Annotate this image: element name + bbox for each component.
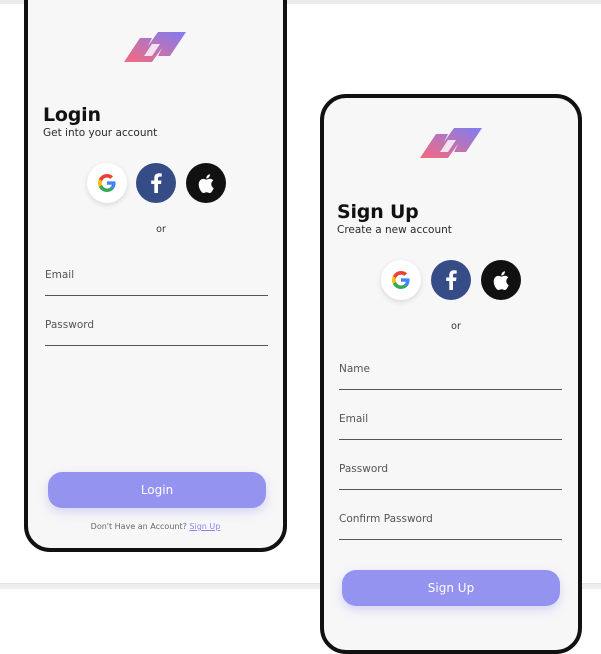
page-subtitle: Create a new account [337,224,452,236]
google-signup-button[interactable] [381,260,421,300]
email-field[interactable]: Email [45,269,268,296]
sign-up-button[interactable]: Sign Up [342,570,560,606]
apple-icon [198,173,214,193]
email-field[interactable]: Email [339,413,562,440]
app-logo [420,128,482,158]
google-icon [98,174,116,192]
email-field-label: Email [45,269,75,281]
confirm-password-field-label: Confirm Password [339,513,433,525]
password-field-label: Password [339,463,389,475]
email-field-label: Email [339,413,369,425]
page-title: Sign Up [337,201,419,223]
facebook-icon [151,173,162,193]
login-screen: Login Get into your account or Email Pas… [24,0,287,552]
or-divider: or [156,224,166,235]
facebook-signup-button[interactable] [431,260,471,300]
app-logo [124,32,186,62]
signup-screen: Sign Up Create a new account or Name Ema… [320,94,582,654]
facebook-icon [446,270,457,290]
apple-signup-button[interactable] [481,260,521,300]
name-field-label: Name [339,363,370,375]
or-divider: or [451,321,461,332]
apple-icon [493,270,509,290]
google-icon [392,271,410,289]
password-field-label: Password [45,319,95,331]
signup-prompt-text: Don't Have an Account? [90,522,187,531]
login-button[interactable]: Login [48,472,266,508]
sign-up-link[interactable]: Sign Up [189,522,220,531]
apple-login-button[interactable] [186,163,226,203]
password-field[interactable]: Password [45,319,268,346]
password-field[interactable]: Password [339,463,562,490]
page-title: Login [43,104,101,126]
confirm-password-field[interactable]: Confirm Password [339,513,562,540]
facebook-login-button[interactable] [136,163,176,203]
signup-prompt: Don't Have an Account? Sign Up [28,522,283,531]
name-field[interactable]: Name [339,363,562,390]
page-subtitle: Get into your account [43,127,158,139]
google-login-button[interactable] [87,163,127,203]
